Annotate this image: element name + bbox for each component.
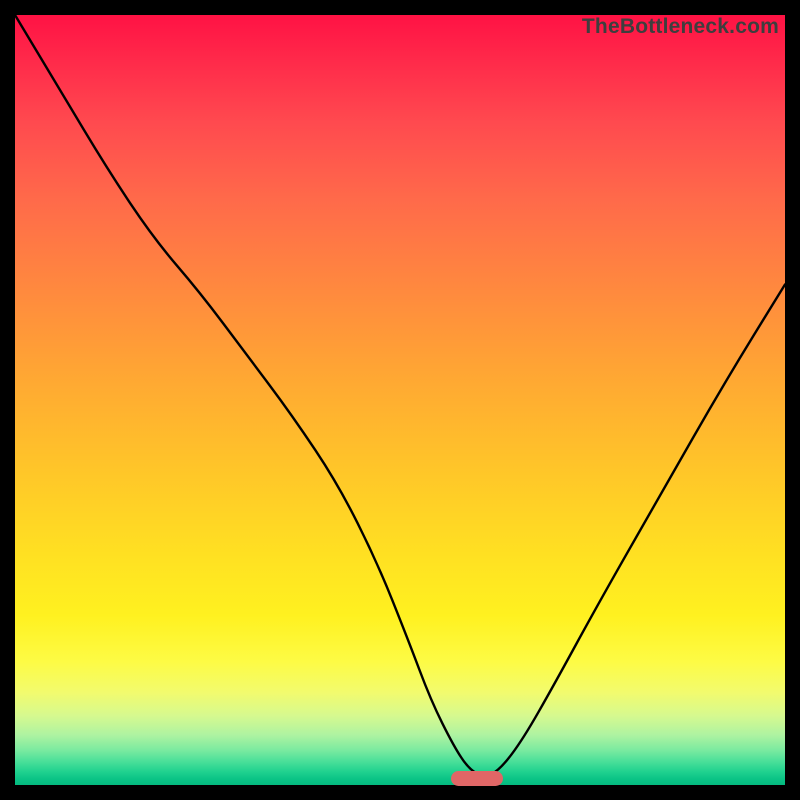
gradient-plot-area: TheBottleneck.com xyxy=(15,15,785,785)
bottleneck-curve xyxy=(15,15,785,785)
curve-path xyxy=(15,15,785,775)
minimum-marker xyxy=(451,771,503,786)
chart-frame: TheBottleneck.com xyxy=(15,15,785,785)
